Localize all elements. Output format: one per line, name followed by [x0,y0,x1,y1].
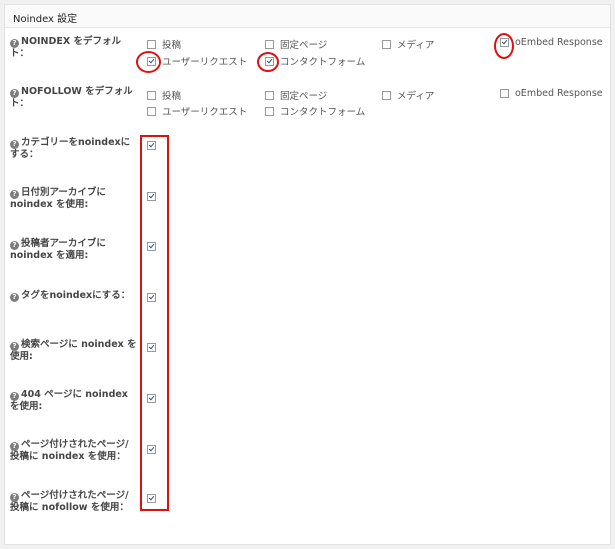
setting-label-text: 投稿者アーカイブに noindex を適用: [10,238,106,261]
option-label: ユーザーリクエスト [162,57,248,68]
help-icon[interactable]: ? [10,442,19,451]
annotation-circle-contact-form [257,52,279,72]
help-icon[interactable]: ? [10,342,19,351]
option-label: メディア [397,91,435,102]
nofollow-option-contact-form[interactable]: コンタクトフォーム [265,104,365,118]
help-icon[interactable]: ? [10,89,19,98]
nofollow-option-user-request[interactable]: ユーザーリクエスト [147,104,247,118]
help-icon[interactable]: ? [10,293,19,302]
checkbox[interactable] [382,39,391,49]
checkbox[interactable] [147,39,156,49]
noindex-default-label: ? NOINDEX をデフォルト： [10,36,138,59]
annotation-circle-user-request [136,51,161,73]
checkbox[interactable] [382,90,391,100]
setting-label-text: 検索ページに noindex を使用: [10,339,137,362]
checkbox[interactable] [265,106,274,116]
checkbox[interactable] [265,90,274,100]
option-label: 投稿 [162,91,182,102]
setting-label-text: カテゴリーをnoindexにする： [10,137,131,160]
noindex-option-page[interactable]: 固定ページ [265,37,327,51]
help-icon[interactable]: ? [10,140,19,149]
nofollow-option-media[interactable]: メディア [382,88,434,102]
setting-paginated-noindex-label: ? ページ付けされたページ/投稿に noindex を使用： [10,439,138,462]
setting-search-page-label: ? 検索ページに noindex を使用: [10,339,138,362]
setting-paginated-nofollow-label: ? ページ付けされたページ/投稿に nofollow を使用： [10,490,138,513]
option-label: コンタクトフォーム [280,107,366,118]
noindex-default-label-text: NOINDEX をデフォルト： [10,36,122,59]
noindex-option-contact-form[interactable]: コンタクトフォーム [265,54,365,68]
noindex-option-post[interactable]: 投稿 [147,37,181,51]
help-icon[interactable]: ? [10,392,19,401]
setting-label-text: タグをnoindexにする： [21,290,131,301]
noindex-option-user-request[interactable]: ユーザーリクエスト [147,54,247,68]
setting-404-page-label: ? 404 ページに noindex を使用: [10,389,138,412]
checkbox[interactable] [265,39,274,49]
help-icon[interactable]: ? [10,39,19,48]
checkbox[interactable] [500,89,509,98]
option-label: メディア [397,40,435,51]
setting-label-text: ページ付けされたページ/投稿に noindex を使用： [10,439,129,462]
setting-tag-noindex-label: ? タグをnoindexにする： [10,290,138,302]
nofollow-option-page[interactable]: 固定ページ [265,88,327,102]
nofollow-default-label: ? NOFOLLOW をデフォルト： [10,86,138,109]
option-label: 固定ページ [280,40,328,51]
setting-label-text: ページ付けされたページ/投稿に nofollow を使用： [10,490,129,513]
help-icon[interactable]: ? [10,190,19,199]
setting-author-archive-label: ? 投稿者アーカイブに noindex を適用: [10,238,138,261]
option-label: コンタクトフォーム [280,57,366,68]
option-label: 固定ページ [280,91,328,102]
nofollow-default-label-text: NOFOLLOW をデフォルト： [10,86,133,109]
option-label: oEmbed Response [515,37,603,48]
option-label: ユーザーリクエスト [162,107,248,118]
nofollow-option-post[interactable]: 投稿 [147,88,181,102]
option-label: 投稿 [162,40,182,51]
setting-date-archive-label: ? 日付別アーカイブに noindex を使用: [10,187,138,210]
setting-category-noindex-label: ? カテゴリーをnoindexにする： [10,137,138,160]
help-icon[interactable]: ? [10,493,19,502]
checkbox[interactable] [147,90,156,100]
panel-header: Noindex 設定 [5,5,610,28]
setting-label-text: 日付別アーカイブに noindex を使用: [10,187,106,210]
noindex-option-oembed[interactable]: oEmbed Response [500,37,603,48]
nofollow-option-oembed[interactable]: oEmbed Response [500,88,603,99]
option-label: oEmbed Response [515,88,603,99]
checkbox[interactable] [147,106,156,116]
noindex-option-media[interactable]: メディア [382,37,434,51]
help-icon[interactable]: ? [10,241,19,250]
setting-label-text: 404 ページに noindex を使用: [10,389,128,412]
panel-title: Noindex 設定 [13,14,78,25]
annotation-circle-oembed [494,33,514,59]
annotation-rect-settings [140,135,169,511]
